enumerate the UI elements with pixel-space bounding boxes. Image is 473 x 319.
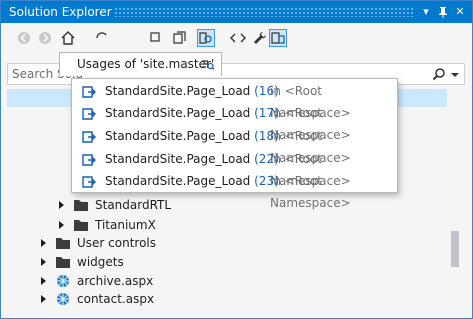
usage-item[interactable]: StandardSite.Page_Load (23) in <Root Nam… [73, 170, 397, 210]
usages-popup-header: Usages of 'site.master' [59, 52, 222, 76]
solution-explorer-window: Solution Explorer ▾ ✕ Search Solu Standa… [0, 0, 473, 319]
tree-node-titaniumx[interactable]: TitaniumX [59, 215, 439, 235]
usages-popup-title: Usages of 'site.master' [77, 57, 215, 71]
usage-name: StandardSite.Page_Load [105, 152, 251, 166]
aspx-file-icon [55, 292, 71, 306]
aspx-file-icon [55, 274, 71, 288]
tree-node-label: StandardRTL [95, 198, 172, 212]
tree-node-archive-aspx[interactable]: archive.aspx [41, 271, 441, 291]
go-to-usage-icon [82, 129, 96, 143]
preview-selected-icon[interactable] [269, 29, 287, 47]
home-icon[interactable] [59, 29, 77, 47]
scrollbar-thumb[interactable] [451, 231, 459, 267]
folder-icon [73, 198, 89, 212]
tree-node-label: widgets [77, 255, 124, 269]
usages-popup: StandardSite.Page_Load (16) in <Root Nam… [71, 78, 398, 210]
back-icon[interactable] [15, 29, 33, 47]
tree-node-label: TitaniumX [95, 218, 156, 232]
expand-arrow-icon[interactable] [41, 277, 46, 285]
forward-icon[interactable] [36, 29, 54, 47]
collapse-icon[interactable] [147, 29, 165, 47]
dropdown-arrow-icon[interactable]: ▾ [418, 4, 434, 20]
code-icon[interactable] [229, 29, 247, 47]
find-usages-list-icon[interactable] [201, 58, 215, 72]
drag-grip[interactable] [114, 7, 414, 17]
usage-item[interactable]: StandardSite.Page_Load (22) in <Root Nam… [73, 148, 397, 188]
tree-node-label: archive.aspx [77, 274, 154, 288]
search-icon[interactable] [432, 67, 446, 81]
tree-node-widgets[interactable]: widgets [41, 252, 441, 272]
close-icon[interactable]: ✕ [452, 4, 468, 20]
tree-node-label: User controls [77, 236, 157, 250]
expand-arrow-icon[interactable] [41, 258, 46, 266]
usage-name: StandardSite.Page_Load [105, 129, 251, 143]
copy-icon[interactable] [171, 29, 189, 47]
expand-arrow-icon[interactable] [59, 221, 64, 229]
go-to-usage-icon [82, 106, 96, 120]
usage-name: StandardSite.Page_Load [105, 174, 251, 188]
pin-icon[interactable] [435, 4, 451, 20]
go-to-usage-icon [82, 152, 96, 166]
tree-node-label: contact.aspx [77, 292, 155, 306]
expand-arrow-icon[interactable] [41, 239, 46, 247]
usage-item[interactable]: StandardSite.Page_Load (17) in <Root Nam… [73, 102, 397, 142]
folder-icon [55, 236, 71, 250]
usage-location: in <Root Namespace> [270, 174, 351, 210]
properties-wrench-icon[interactable] [251, 29, 269, 47]
sync-icon[interactable] [93, 29, 111, 47]
tree-node-contact-aspx[interactable]: contact.aspx [41, 289, 441, 309]
go-to-usage-icon [82, 84, 96, 98]
usage-item[interactable]: StandardSite.Page_Load (16) in <Root Nam… [73, 80, 397, 120]
vertical-scrollbar[interactable] [449, 87, 461, 311]
usage-item[interactable]: StandardSite.Page_Load (18) in <Root Nam… [73, 125, 397, 165]
tree-node-user-controls[interactable]: User controls [41, 233, 441, 253]
folder-icon [55, 255, 71, 269]
toolbar [1, 23, 472, 53]
usage-name: StandardSite.Page_Load [105, 106, 251, 120]
expand-arrow-icon[interactable] [59, 201, 64, 209]
usage-name: StandardSite.Page_Load [105, 84, 251, 98]
find-usages-icon[interactable] [197, 29, 215, 47]
window-title: Solution Explorer [9, 5, 112, 19]
title-bar[interactable]: Solution Explorer ▾ ✕ [1, 1, 472, 23]
expand-arrow-icon[interactable] [41, 295, 46, 303]
go-to-usage-icon [82, 174, 96, 188]
search-options-dropdown-icon[interactable] [450, 67, 460, 81]
folder-icon [73, 218, 89, 232]
